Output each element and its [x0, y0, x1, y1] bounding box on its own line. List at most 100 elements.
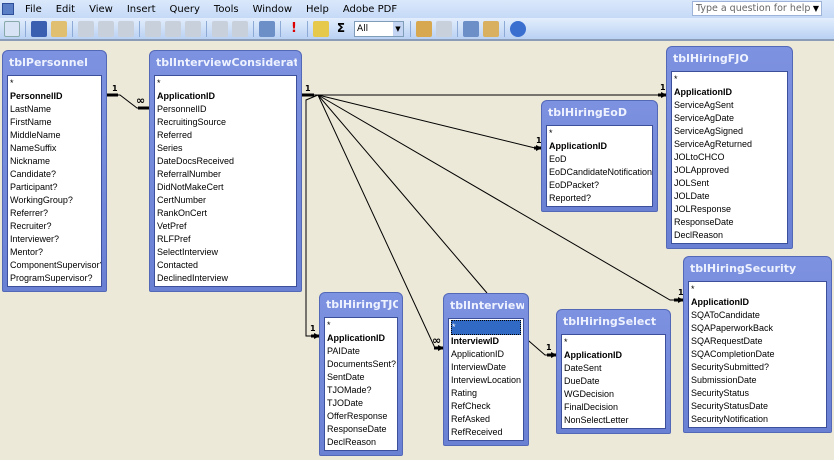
field-item[interactable]: EoD [549, 153, 650, 166]
field-item[interactable]: RefReceived [451, 426, 521, 439]
field-item[interactable]: JOLDate [674, 190, 785, 203]
field-item[interactable]: ServiceAgSent [674, 99, 785, 112]
table-title[interactable]: tblInterviews [448, 294, 524, 318]
field-item[interactable]: ApplicationID [451, 348, 521, 361]
table-title[interactable]: tblPersonnel [7, 51, 102, 75]
field-item[interactable]: ServiceAgSigned [674, 125, 785, 138]
field-item[interactable]: JOLResponse [674, 203, 785, 216]
field-item[interactable]: ServiceAgDate [674, 112, 785, 125]
field-item[interactable]: Recruiter? [10, 220, 99, 233]
field-item[interactable]: Candidate? [10, 168, 99, 181]
field-item[interactable]: ComponentSupervisor? [10, 259, 101, 272]
field-item[interactable]: Referred [157, 129, 294, 142]
field-item[interactable]: DeclinedInterview [157, 272, 294, 285]
field-item[interactable]: SubmissionDate [691, 374, 824, 387]
field-item[interactable]: SQAToCandidate [691, 309, 824, 322]
field-list[interactable]: * ApplicationID DateSent DueDate WGDecision F… [561, 334, 666, 429]
field-item[interactable]: ReferralNumber [157, 168, 294, 181]
field-item[interactable]: SQAPaperworkBack [691, 322, 824, 335]
field-item[interactable]: EoDCandidateNotification [549, 166, 652, 179]
table-title[interactable]: tblHiringEoD [546, 101, 653, 125]
field-item[interactable]: Mentor? [10, 246, 99, 259]
field-item[interactable]: RecruitingSource [157, 116, 294, 129]
field-item[interactable]: JOLSent [674, 177, 785, 190]
field-item[interactable]: RLFPref [157, 233, 294, 246]
table-title[interactable]: tblHiringSelect [561, 310, 666, 334]
field-item[interactable]: DateSent [564, 362, 663, 375]
table-tblInterviewConsideration[interactable]: tblInterviewConsideration*ApplicationIDP… [149, 50, 302, 292]
field-item[interactable]: OfferResponse [327, 410, 395, 423]
field-item[interactable]: VetPref [157, 220, 294, 233]
field-item[interactable]: SelectInterview [157, 246, 294, 259]
table-title[interactable]: tblHiringTJO [324, 293, 398, 317]
field-item[interactable]: DeclReason [674, 229, 785, 242]
all-fields-item[interactable]: * [10, 77, 99, 90]
field-item[interactable]: LastName [10, 103, 99, 116]
all-fields-item[interactable]: * [451, 320, 521, 335]
field-item[interactable]: FirstName [10, 116, 99, 129]
primary-key-field[interactable]: ApplicationID [327, 332, 395, 345]
field-item[interactable]: MiddleName [10, 129, 99, 142]
field-item[interactable]: SentDate [327, 371, 395, 384]
field-item[interactable]: SQACompletionDate [691, 348, 824, 361]
all-fields-item[interactable]: * [549, 127, 650, 140]
table-title[interactable]: tblHiringSecurity [688, 257, 827, 281]
field-item[interactable]: ProgramSupervisor? [10, 272, 99, 285]
field-item[interactable]: CertNumber [157, 194, 294, 207]
all-fields-item[interactable]: * [327, 319, 395, 332]
field-item[interactable]: RefAsked [451, 413, 521, 426]
field-list[interactable]: * ApplicationID ServiceAgSent ServiceAgDate… [671, 71, 788, 244]
field-list[interactable]: * InterviewID ApplicationID InterviewDate In… [448, 318, 524, 441]
field-item[interactable]: TJODate [327, 397, 395, 410]
field-item[interactable]: SecurityStatus [691, 387, 824, 400]
primary-key-field[interactable]: InterviewID [451, 335, 521, 348]
table-tblPersonnel[interactable]: tblPersonnel * PersonnelID LastName FirstNam… [2, 50, 107, 292]
field-item[interactable]: Reported? [549, 192, 650, 205]
field-item[interactable]: DateDocsReceived [157, 155, 294, 168]
field-item[interactable]: PAIDate [327, 345, 395, 358]
field-item[interactable]: InterviewDate [451, 361, 521, 374]
primary-key-field[interactable]: ApplicationID [549, 140, 650, 153]
primary-key-field[interactable]: ApplicationID [564, 349, 663, 362]
field-list[interactable]: * ApplicationID PAIDate DocumentsSent? SentD… [324, 317, 398, 451]
field-item[interactable]: ServiceAgReturned [674, 138, 785, 151]
field-item[interactable]: NameSuffix [10, 142, 99, 155]
table-tblHiringTJO[interactable]: tblHiringTJO * ApplicationID PAIDate Documen… [319, 292, 403, 456]
field-item[interactable]: Interviewer? [10, 233, 99, 246]
table-title[interactable]: tblHiringFJO [671, 47, 788, 71]
field-item[interactable]: DocumentsSent? [327, 358, 396, 371]
table-tblHiringEoD[interactable]: tblHiringEoD * ApplicationID EoD EoDCandidat… [541, 100, 658, 212]
field-item[interactable]: RefCheck [451, 400, 521, 413]
field-item[interactable]: Rating [451, 387, 521, 400]
field-item[interactable]: DueDate [564, 375, 663, 388]
field-item[interactable]: SecuritySubmitted? [691, 361, 824, 374]
field-item[interactable]: PersonnelID [157, 103, 294, 116]
field-item[interactable]: DeclReason [327, 436, 395, 449]
table-title[interactable]: tblInterviewConsideration [154, 51, 297, 75]
field-item[interactable]: EoDPacket? [549, 179, 650, 192]
field-item[interactable]: JOLtoCHCO [674, 151, 785, 164]
all-fields-item[interactable]: * [674, 73, 785, 86]
field-item[interactable]: ResponseDate [674, 216, 785, 229]
field-list[interactable]: * PersonnelID LastName FirstName MiddleName N… [7, 75, 102, 287]
field-item[interactable]: InterviewLocation [451, 374, 521, 387]
field-item[interactable]: Referrer? [10, 207, 99, 220]
table-tblInterviews[interactable]: tblInterviews * InterviewID ApplicationID In… [443, 293, 529, 446]
primary-key-field[interactable]: ApplicationID [691, 296, 824, 309]
all-fields-item[interactable]: * [157, 77, 294, 90]
field-item[interactable]: SQARequestDate [691, 335, 824, 348]
table-tblHiringSelect[interactable]: tblHiringSelect * ApplicationID DateSent Due… [556, 309, 671, 434]
table-tblHiringFJO[interactable]: tblHiringFJO * ApplicationID ServiceAgSent S… [666, 46, 793, 249]
all-fields-item[interactable]: * [691, 283, 824, 296]
field-item[interactable]: Participant? [10, 181, 99, 194]
field-list[interactable]: * ApplicationID EoD EoDCandidateNotificatio… [546, 125, 653, 207]
field-item[interactable]: DidNotMakeCert [157, 181, 294, 194]
field-item[interactable]: SecurityNotification [691, 413, 824, 426]
field-item[interactable]: NonSelectLetter [564, 414, 663, 427]
field-item[interactable]: RankOnCert [157, 207, 294, 220]
field-item[interactable]: Nickname [10, 155, 99, 168]
field-item[interactable]: ResponseDate [327, 423, 395, 436]
primary-key-field[interactable]: ApplicationID [674, 86, 785, 99]
field-item[interactable]: FinalDecision [564, 401, 663, 414]
all-fields-item[interactable]: * [564, 336, 663, 349]
